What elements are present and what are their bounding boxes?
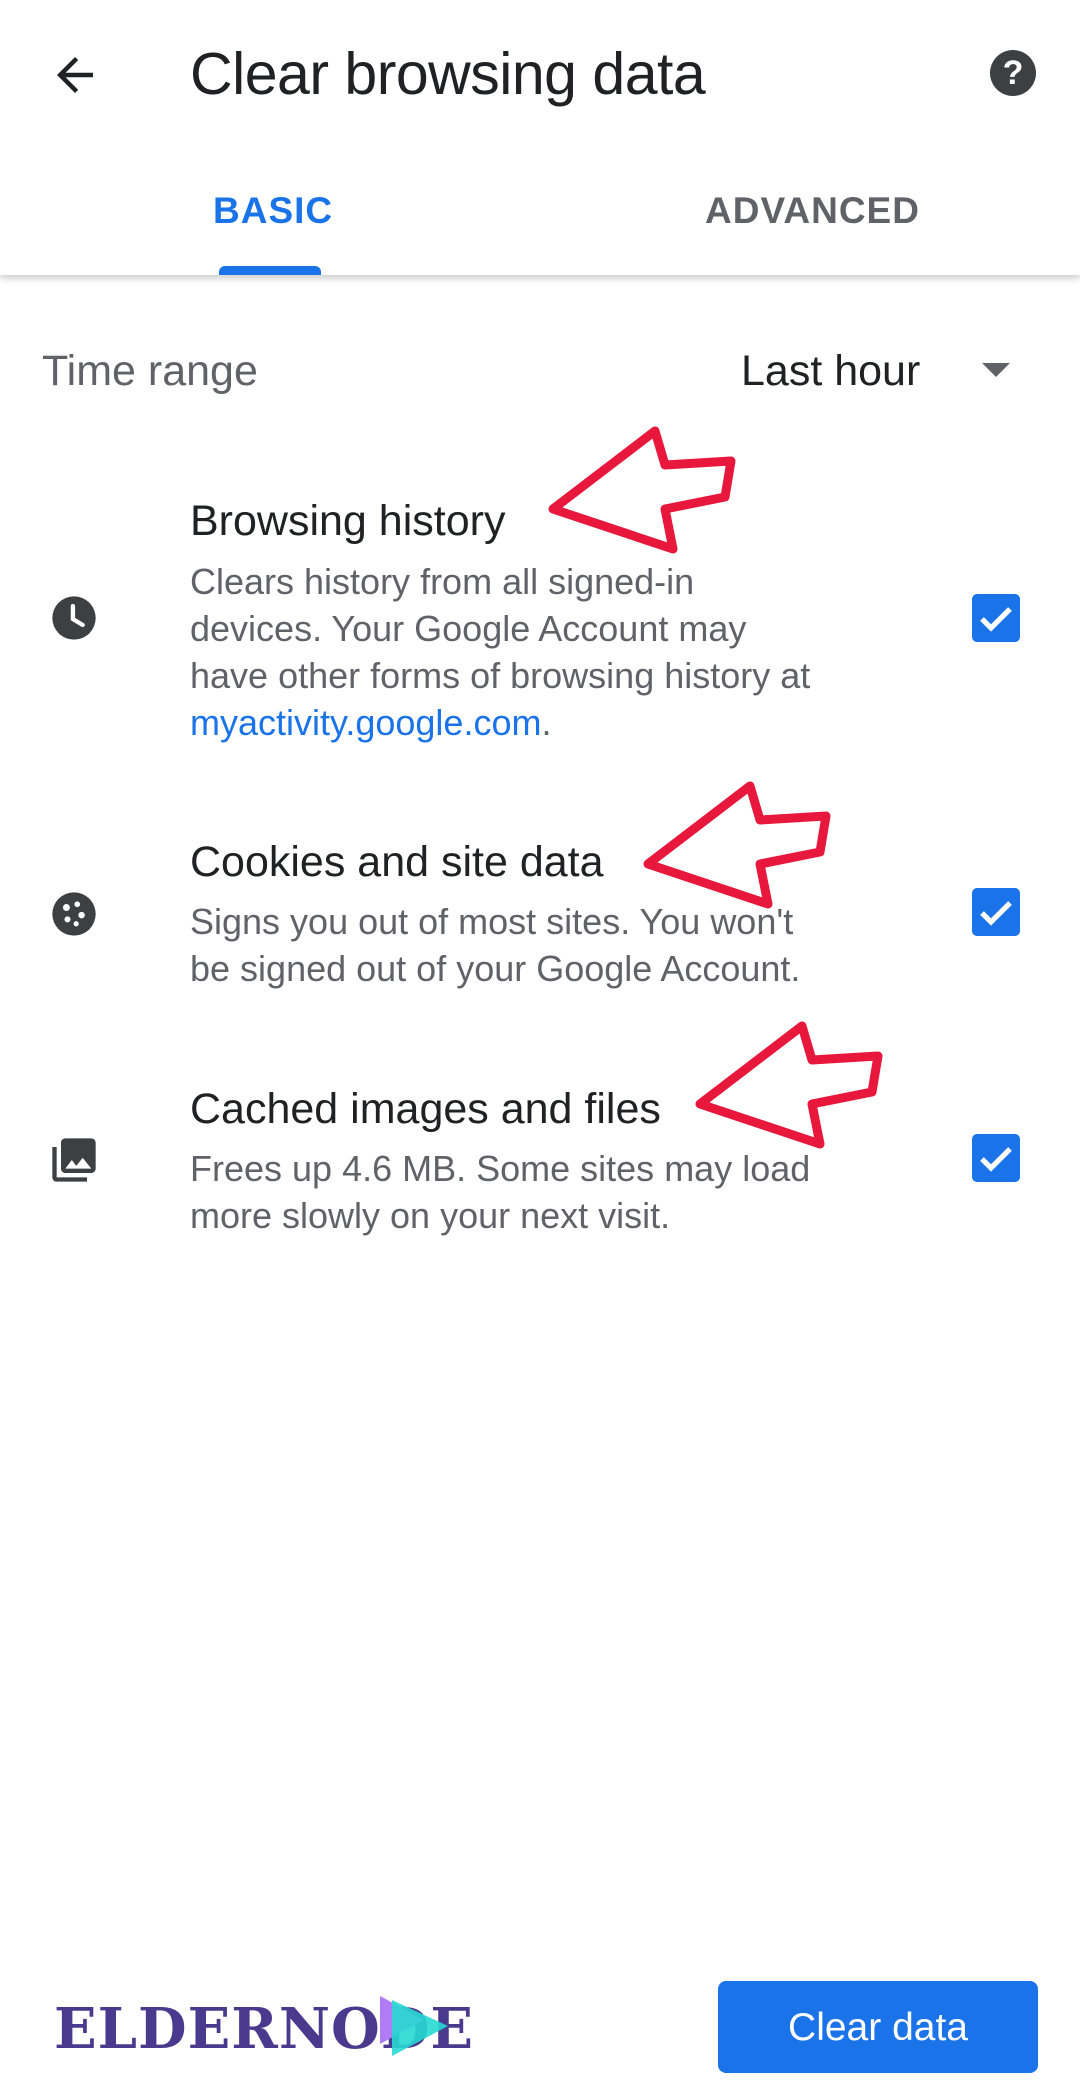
option-title: Cached images and files	[190, 1085, 661, 1133]
annotation-arrow	[695, 1021, 883, 1149]
option-title: Browsing history	[190, 497, 506, 545]
app-bar: Clear browsing data ? BASIC ADVANCED	[0, 0, 1080, 275]
arrow-back-icon[interactable]	[48, 48, 102, 102]
cookie-icon	[52, 892, 96, 936]
annotation-arrow	[548, 426, 736, 554]
myactivity-link[interactable]: myactivity.google.com	[190, 702, 541, 743]
photo-library-icon	[52, 1138, 96, 1182]
tab-indicator	[219, 266, 321, 275]
option-description: Frees up 4.6 MB. Some sites may load mor…	[190, 1148, 811, 1236]
time-range-dropdown[interactable]: Last hour	[741, 347, 920, 396]
option-description: Clears history from all signed-in device…	[190, 561, 811, 743]
dropdown-caret-icon[interactable]	[982, 363, 1010, 377]
clock-icon	[52, 596, 96, 640]
page-title: Clear browsing data	[190, 41, 706, 107]
time-range-label: Time range	[42, 347, 258, 395]
clear-data-button[interactable]: Clear data	[718, 1981, 1038, 2073]
cached-images-checkbox[interactable]	[972, 1134, 1020, 1182]
help-icon[interactable]: ?	[990, 50, 1036, 96]
cookies-checkbox[interactable]	[972, 888, 1020, 936]
browsing-history-checkbox[interactable]	[972, 594, 1020, 642]
annotation-arrow	[643, 781, 831, 909]
tab-basic[interactable]: BASIC	[213, 190, 333, 232]
option-title: Cookies and site data	[190, 838, 604, 886]
tab-advanced[interactable]: ADVANCED	[705, 190, 920, 232]
eldernode-logo: ELDERNODE	[54, 1990, 473, 2070]
play-logo-icon	[380, 1996, 448, 2056]
